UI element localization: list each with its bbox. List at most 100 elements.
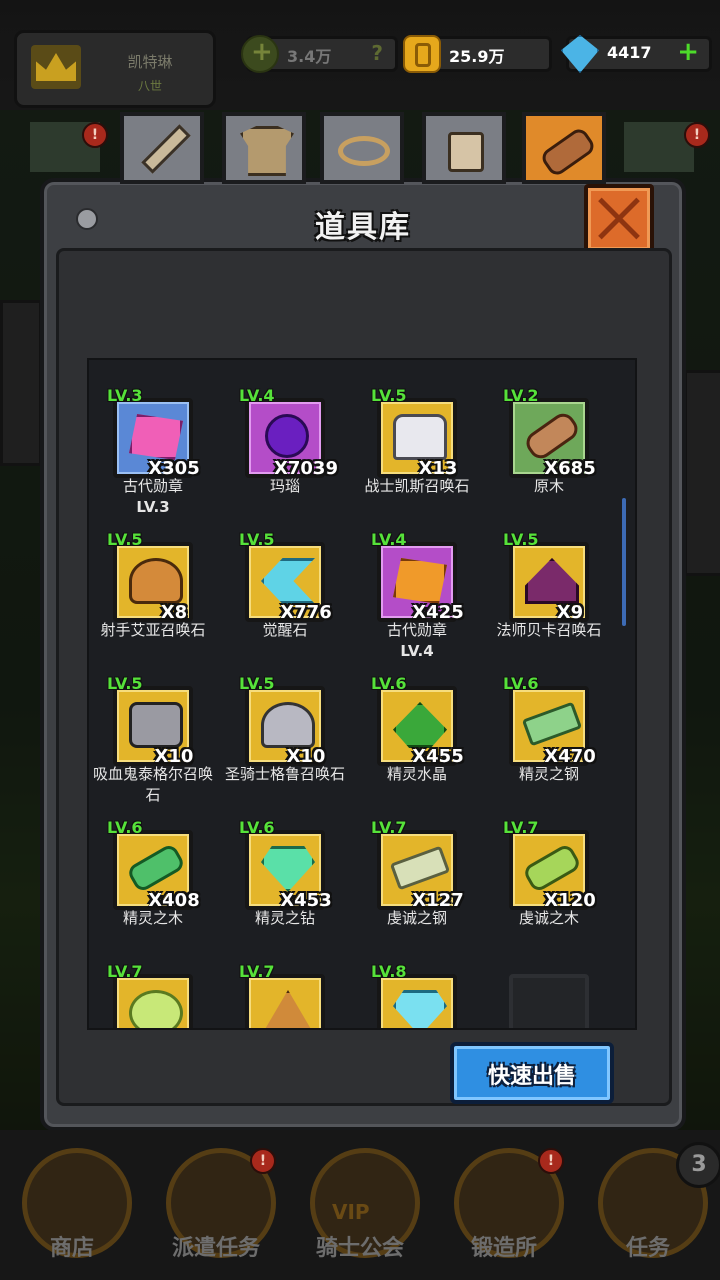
item-slot[interactable]: X9 LV.5 法师贝卡召唤石 xyxy=(489,530,621,678)
nav-item[interactable]: ! 派遣任务 xyxy=(144,1130,288,1280)
item-level: LV.4 xyxy=(371,530,407,549)
item-level: LV.5 xyxy=(503,530,539,549)
log-icon xyxy=(540,126,588,170)
player-card[interactable]: 凯特琳 八世 xyxy=(14,30,216,108)
close-button[interactable] xyxy=(584,184,654,254)
power-counter: 3.4万 ? xyxy=(241,35,398,73)
item-slot[interactable]: X120 LV.7 虔诚之木 xyxy=(489,818,621,966)
item-frame: X7039 xyxy=(245,398,338,479)
item-slot[interactable]: X13 LV.5 战士凯斯召唤石 xyxy=(357,386,489,534)
item-name-sub: LV.3 xyxy=(136,498,170,516)
item-grid[interactable]: X305 LV.3 古代勋章 LV.3 X7039 LV.4 玛瑙 X13 LV.5 战士凯斯召唤… xyxy=(87,358,637,1030)
item-level: LV.6 xyxy=(371,674,407,693)
item-slot[interactable]: X127 LV.7 虔诚之钢 xyxy=(357,818,489,966)
item-slot[interactable]: LV.8 xyxy=(357,962,489,1028)
top-bar: 凯特琳 八世 3.4万 ? 25.9万 4417 + xyxy=(0,0,720,110)
power-help-icon[interactable]: ? xyxy=(371,41,383,65)
player-name: 凯特琳 xyxy=(127,53,173,71)
item-slot[interactable] xyxy=(489,966,621,1028)
item-name-text: 玛瑙 xyxy=(269,477,300,495)
scrollbar[interactable] xyxy=(622,498,626,626)
item-slot[interactable]: X7039 LV.4 玛瑙 xyxy=(225,386,357,534)
item-level: LV.7 xyxy=(239,962,275,981)
nav-alert-badge: ! xyxy=(538,1148,564,1174)
add-gems-icon[interactable]: + xyxy=(677,37,699,67)
item-frame: X685 xyxy=(509,398,596,479)
item-level: LV.6 xyxy=(503,674,539,693)
item-frame: X408 xyxy=(113,830,200,911)
item-frame xyxy=(113,974,193,1028)
green-crystal-icon xyxy=(393,702,447,748)
nav-count-badge: 3 xyxy=(676,1142,720,1188)
item-name: 觉醒石 xyxy=(225,620,345,641)
item-name-text: 虔诚之木 xyxy=(518,909,579,927)
item-name: 精灵之钻 xyxy=(225,908,345,929)
medal-orange-icon xyxy=(393,558,447,604)
item-name-text: 精灵之钻 xyxy=(254,909,315,927)
item-slot[interactable]: X305 LV.3 古代勋章 LV.3 xyxy=(93,386,225,534)
item-frame: X10 xyxy=(113,686,193,767)
item-slot[interactable]: X10 LV.5 吸血鬼泰格尔召唤石 xyxy=(93,674,225,822)
gem-value: 4417 xyxy=(607,43,652,62)
item-slot[interactable]: LV.7 xyxy=(93,962,225,1028)
nav-item[interactable]: 商店 xyxy=(0,1130,144,1280)
nav-item[interactable]: VIP 骑士公会 xyxy=(288,1130,432,1280)
gem-counter: 4417 + xyxy=(561,35,712,73)
item-level: LV.5 xyxy=(107,530,143,549)
archer-icon xyxy=(129,558,183,604)
item-name: 法师贝卡召唤石 xyxy=(489,620,609,641)
item-slot[interactable]: X776 LV.5 觉醒石 xyxy=(225,530,357,678)
item-frame: X453 xyxy=(245,830,332,911)
item-slot[interactable]: X685 LV.2 原木 xyxy=(489,386,621,534)
item-slot[interactable]: X455 LV.6 精灵水晶 xyxy=(357,674,489,822)
item-frame: X776 xyxy=(245,542,332,623)
nav-item[interactable]: 3 任务 xyxy=(576,1130,720,1280)
item-name: 吸血鬼泰格尔召唤石 xyxy=(93,764,213,806)
item-slot[interactable]: LV.7 xyxy=(225,962,357,1028)
tab-materials[interactable] xyxy=(522,112,606,184)
item-name-text: 战士凯斯召唤石 xyxy=(364,477,470,495)
item-name-text: 精灵之钢 xyxy=(518,765,579,783)
quick-sell-button[interactable]: 快速出售 xyxy=(450,1042,614,1104)
tab-accessories[interactable] xyxy=(320,112,404,184)
item-name-text: 觉醒石 xyxy=(262,621,308,639)
gold-counter: 25.9万 xyxy=(403,35,552,73)
armor-icon xyxy=(240,126,294,176)
item-name-sub: LV.4 xyxy=(400,642,434,660)
tab-armor[interactable] xyxy=(222,112,306,184)
gold-coin-icon xyxy=(403,35,441,73)
orb-lime-icon xyxy=(129,990,183,1028)
diamond-green-icon xyxy=(261,846,315,892)
item-slot[interactable]: X8 LV.5 射手艾亚召唤石 xyxy=(93,530,225,678)
item-name: 虔诚之木 xyxy=(489,908,609,929)
nav-item[interactable]: ! 锻造所 xyxy=(432,1130,576,1280)
item-name: 精灵之钢 xyxy=(489,764,609,785)
wood-green-icon xyxy=(125,842,187,894)
item-slot[interactable]: X470 LV.6 精灵之钢 xyxy=(489,674,621,822)
item-slot[interactable]: X425 LV.4 古代勋章 LV.4 xyxy=(357,530,489,678)
item-level: LV.5 xyxy=(239,674,275,693)
item-name: 圣骑士格鲁召唤石 xyxy=(225,764,345,785)
sword-icon xyxy=(138,126,186,170)
item-frame: X8 xyxy=(113,542,193,623)
left-side-tab[interactable]: ! xyxy=(30,122,108,172)
item-level: LV.3 xyxy=(107,386,143,405)
right-side-tab[interactable]: ! xyxy=(624,122,710,172)
crown-icon xyxy=(31,45,81,89)
power-icon xyxy=(241,35,279,73)
item-level: LV.6 xyxy=(107,818,143,837)
item-level: LV.2 xyxy=(503,386,539,405)
log-icon xyxy=(521,409,583,463)
item-name-text: 虔诚之钢 xyxy=(386,909,447,927)
item-name-text: 射手艾亚召唤石 xyxy=(100,621,206,639)
item-slot[interactable]: X408 LV.6 精灵之木 xyxy=(93,818,225,966)
item-name: 精灵之木 xyxy=(93,908,213,929)
pyramid-icon xyxy=(261,990,315,1028)
tab-consumables[interactable] xyxy=(422,112,506,184)
steel-green-icon xyxy=(521,701,583,747)
tab-weapons[interactable] xyxy=(120,112,204,184)
item-slot[interactable]: X453 LV.6 精灵之钻 xyxy=(225,818,357,966)
item-name-text: 圣骑士格鲁召唤石 xyxy=(225,765,346,783)
item-name: 原木 xyxy=(489,476,609,497)
item-slot[interactable]: X10 LV.5 圣骑士格鲁召唤石 xyxy=(225,674,357,822)
